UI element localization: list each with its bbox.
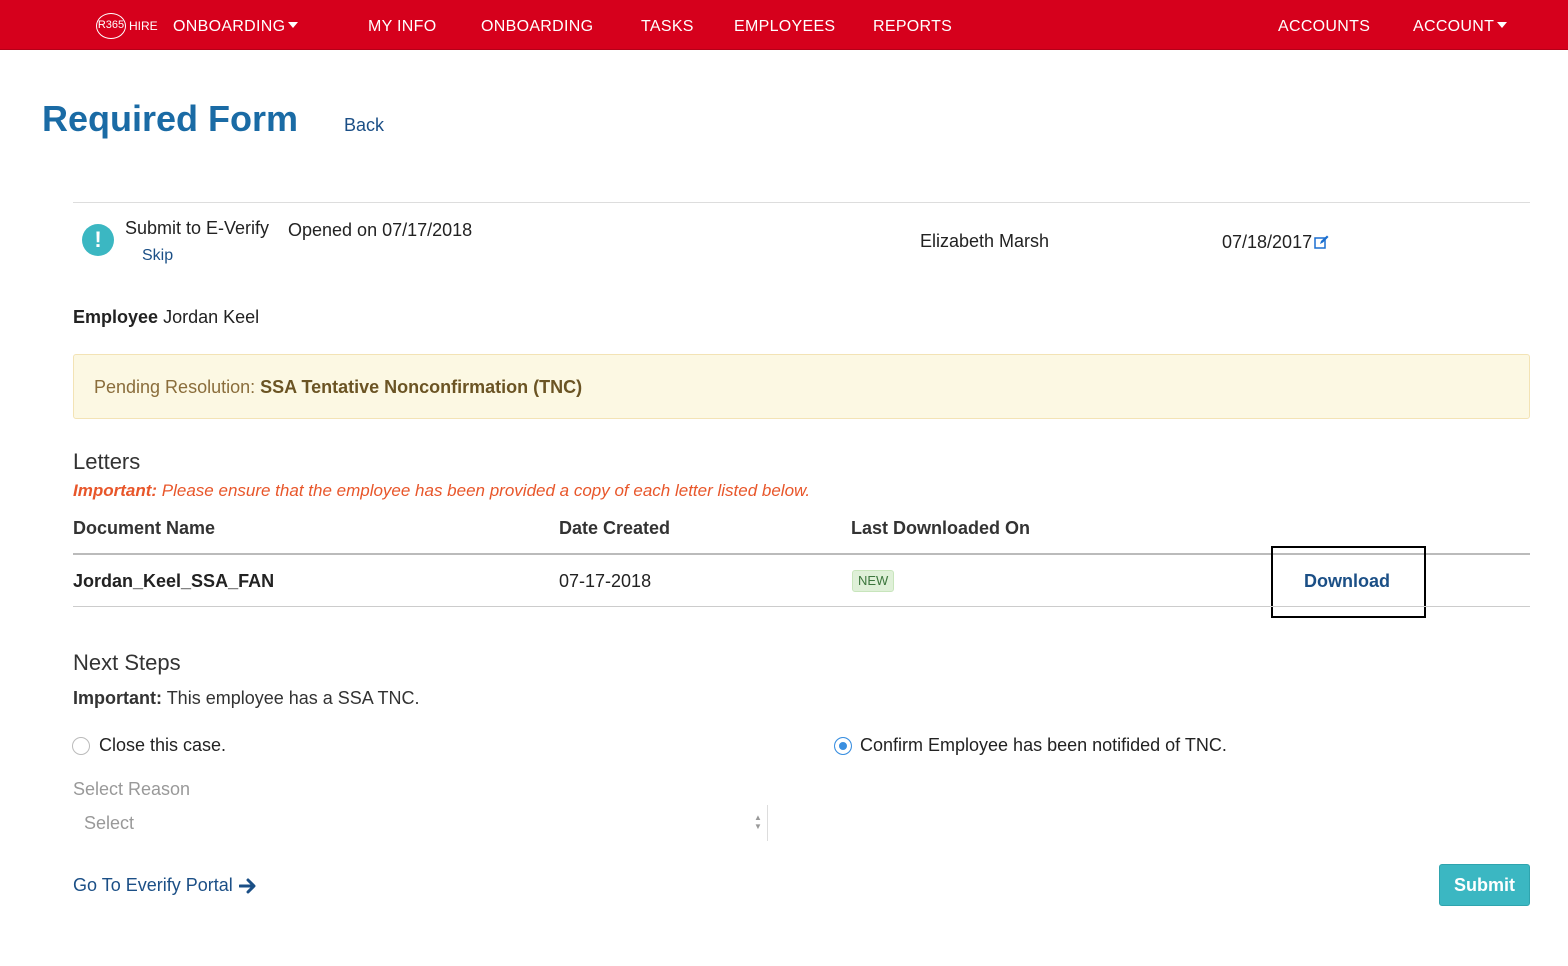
task-name: Submit to E-Verify [125, 218, 270, 238]
close-case-radio[interactable] [72, 737, 90, 755]
pending-resolution-alert: Pending Resolution: SSA Tentative Noncon… [73, 354, 1530, 419]
nav-accounts[interactable]: ACCOUNTS [1278, 18, 1370, 36]
caret-down-icon [1497, 22, 1508, 28]
column-header-document-name: Document Name [73, 518, 216, 538]
top-navbar: R365 HIRE ONBOARDING MY INFO ONBOARDING … [0, 0, 1568, 50]
logo-mark: R365 [96, 13, 126, 39]
column-header-date-created: Date Created [559, 518, 671, 538]
important-label: Important: [73, 481, 158, 500]
close-case-label[interactable]: Close this case. [99, 735, 226, 756]
document-name: Jordan_Keel_SSA_FAN [73, 571, 275, 591]
nav-reports[interactable]: REPORTS [873, 18, 952, 36]
nav-onboarding[interactable]: ONBOARDING [481, 18, 593, 36]
employee-label: Employee [73, 307, 159, 327]
skip-link[interactable]: Skip [142, 247, 173, 265]
important-text: Please ensure that the employee has been… [161, 481, 811, 500]
confirm-notified-radio[interactable] [834, 737, 852, 755]
back-link[interactable]: Back [344, 115, 384, 136]
divider [73, 202, 1530, 203]
nav-label: ONBOARDING [173, 18, 286, 35]
letters-important-note: Important: Please ensure that the employ… [73, 481, 810, 501]
pending-text: Pending Resolution: SSA Tentative Noncon… [94, 377, 582, 398]
app-logo[interactable]: R365 HIRE [96, 12, 158, 40]
column-header-last-downloaded: Last Downloaded On [851, 518, 1031, 538]
nav-onboarding-dropdown[interactable]: ONBOARDING [173, 18, 299, 36]
logo-text: HIRE [129, 19, 158, 33]
submit-button[interactable]: Submit [1439, 864, 1530, 906]
pending-value: SSA Tentative Nonconfirmation (TNC) [260, 377, 583, 397]
next-steps-title: Next Steps [73, 650, 181, 675]
page-title: Required Form [42, 98, 299, 139]
task-due-date: 07/18/2017 [1222, 232, 1329, 253]
nav-employees[interactable]: EMPLOYEES [734, 18, 835, 36]
download-link[interactable]: Download [1304, 571, 1390, 592]
important-label: Important: [73, 688, 162, 708]
task-opened-date: Opened on 07/17/2018 [288, 220, 473, 240]
select-arrows-icon: ▲ ▼ [754, 813, 762, 831]
important-text: This employee has a SSA TNC. [166, 688, 420, 708]
row-divider [73, 606, 1530, 607]
nav-tasks[interactable]: TASKS [641, 18, 694, 36]
confirm-notified-label[interactable]: Confirm Employee has been notifided of T… [860, 735, 1227, 756]
task-assignee: Elizabeth Marsh [920, 231, 1050, 251]
select-reason-label: Select Reason [73, 779, 191, 799]
arrow-right-icon [238, 878, 256, 893]
everify-portal-link[interactable]: Go To Everify Portal [73, 875, 257, 896]
portal-link-label: Go To Everify Portal [73, 875, 233, 895]
employee-line: Employee Jordan Keel [73, 307, 259, 328]
date-created: 07-17-2018 [559, 571, 652, 591]
employee-name: Jordan Keel [163, 307, 260, 327]
nav-account-dropdown[interactable]: ACCOUNT [1413, 18, 1508, 36]
new-badge: NEW [852, 570, 895, 592]
select-reason-dropdown[interactable]: Select ▲ ▼ [73, 805, 768, 841]
next-steps-important-note: Important: This employee has a SSA TNC. [73, 688, 419, 709]
nav-my-info[interactable]: MY INFO [368, 18, 436, 36]
due-date-value: 07/18/2017 [1222, 232, 1313, 252]
letters-title: Letters [73, 449, 141, 474]
select-placeholder: Select [84, 813, 135, 833]
caret-down-icon [288, 22, 299, 28]
edit-icon[interactable] [1314, 235, 1329, 249]
pending-label: Pending Resolution: [94, 377, 256, 397]
exclamation-circle-icon: ! [82, 224, 114, 256]
nav-label: ACCOUNT [1413, 18, 1495, 35]
